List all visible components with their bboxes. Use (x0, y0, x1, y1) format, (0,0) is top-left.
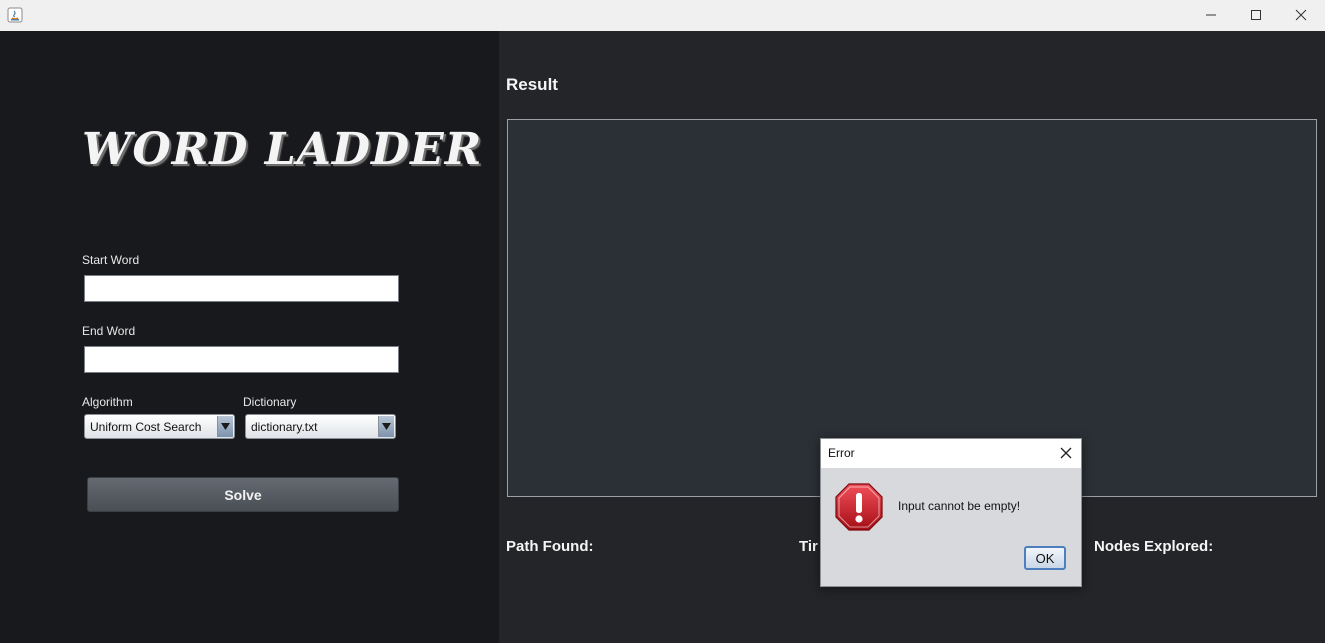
nodes-explored-label: Nodes Explored: (1094, 538, 1214, 555)
input-panel (0, 31, 499, 643)
end-word-input[interactable] (84, 346, 399, 373)
maximize-icon[interactable] (1241, 4, 1271, 26)
dictionary-select-value: dictionary.txt (251, 419, 318, 434)
path-found-label: Path Found: (506, 538, 594, 555)
dialog-close-icon[interactable] (1057, 444, 1075, 462)
dialog-titlebar (821, 439, 1081, 468)
java-icon (7, 7, 23, 23)
time-label: Tir (799, 538, 818, 555)
algorithm-select-value: Uniform Cost Search (90, 419, 202, 434)
chevron-down-icon[interactable] (378, 416, 394, 437)
dialog-title: Error (828, 446, 855, 460)
minimize-icon[interactable] (1196, 4, 1226, 26)
algorithm-label: Algorithm (82, 395, 133, 409)
chevron-down-icon[interactable] (217, 416, 233, 437)
start-word-label: Start Word (82, 253, 140, 267)
dictionary-label: Dictionary (243, 395, 297, 409)
start-word-input[interactable] (84, 275, 399, 302)
app-title: WORD LADDER (82, 124, 483, 175)
error-dialog: Error Input cannot be empty! OK (820, 438, 1082, 587)
end-word-label: End Word (82, 324, 136, 338)
close-icon[interactable] (1286, 4, 1316, 26)
window-titlebar (0, 0, 1325, 31)
dialog-message: Input cannot be empty! (898, 499, 1021, 513)
result-title: Result (506, 75, 558, 94)
error-stop-icon (835, 483, 883, 531)
algorithm-select[interactable]: Uniform Cost Search (84, 414, 235, 439)
dictionary-select[interactable]: dictionary.txt (245, 414, 396, 439)
ok-button[interactable]: OK (1024, 546, 1066, 570)
solve-button[interactable]: Solve (87, 477, 399, 512)
